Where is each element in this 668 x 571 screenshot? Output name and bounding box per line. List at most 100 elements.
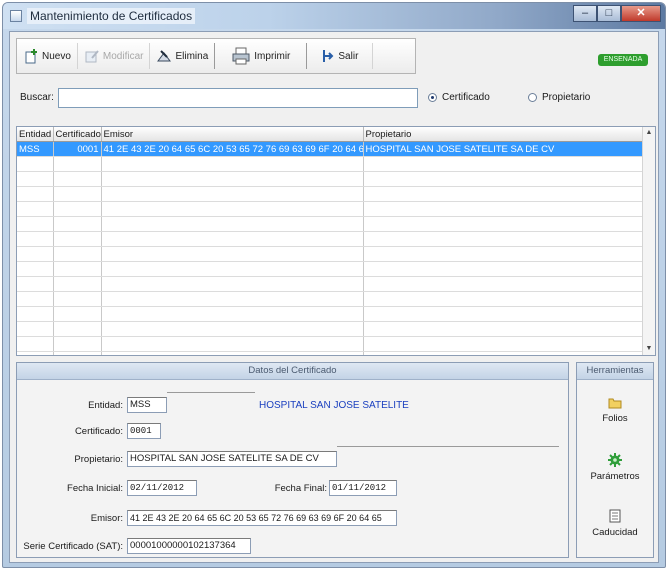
table-row-empty[interactable] [17,351,646,355]
table-row-empty[interactable] [17,171,646,187]
table-row-empty[interactable] [17,336,646,352]
grid-header-row: Entidad Certificado Emisor Propietario [17,127,646,142]
table-row-empty[interactable] [17,276,646,292]
grid-cell-empty [101,246,364,262]
grid-cell-empty [101,231,364,247]
document-icon [609,509,621,523]
scroll-up-icon[interactable]: ▲ [643,127,655,139]
grid-cell-empty [363,276,646,292]
gear-icon [608,453,622,467]
grid-cell-empty [53,291,102,307]
edit-icon [85,50,99,63]
entidad-label: Entidad: [88,400,123,411]
grid-cell-empty [53,156,102,172]
search-input[interactable] [58,88,418,108]
emisor-label: Emisor: [90,513,123,524]
minimize-button[interactable]: – [573,5,597,22]
column-header-entidad[interactable]: Entidad [17,127,54,142]
table-row[interactable]: MSS 0001 41 2E 43 2E 20 64 65 6C 20 53 6… [17,141,646,157]
entidad-underline [167,392,255,393]
grid-cell-empty [17,246,54,262]
cell-propietario: HOSPITAL SAN JOSE SATELITE SA DE CV [363,141,646,157]
parametros-button[interactable]: Parámetros [577,453,653,482]
caducidad-button[interactable]: Caducidad [577,509,653,538]
grid-cell-empty [53,201,102,217]
table-row-empty[interactable] [17,261,646,277]
grid-scrollbar[interactable]: ▲ ▼ [642,127,655,355]
table-row-empty[interactable] [17,186,646,202]
column-header-emisor[interactable]: Emisor [101,127,364,142]
grid-cell-empty [101,156,364,172]
grid-cell-empty [17,231,54,247]
maximize-button[interactable]: □ [597,5,621,22]
grid-cell-empty [17,216,54,232]
grid-cell-empty [53,231,102,247]
fecha-final-field[interactable]: 01/11/2012 [329,480,397,496]
elimina-button[interactable]: Elimina [150,43,216,69]
folios-button[interactable]: Folios [577,397,653,424]
grid-cell-empty [53,216,102,232]
grid-cell-empty [17,336,54,352]
radio-certificado[interactable]: Certificado [428,92,490,103]
radio-propietario[interactable]: Propietario [528,92,590,103]
grid-cell-empty [101,171,364,187]
grid-cell-empty [53,306,102,322]
modificar-button[interactable]: Modificar [78,43,151,69]
table-row-empty[interactable] [17,291,646,307]
nuevo-label: Nuevo [42,50,71,62]
grid-cell-empty [363,321,646,337]
grid-cell-empty [363,186,646,202]
column-header-propietario[interactable]: Propietario [363,127,646,142]
grid-cell-empty [17,156,54,172]
tools-header: Herramientas [577,363,653,380]
certificates-grid[interactable]: Entidad Certificado Emisor Propietario M… [16,126,656,356]
title-bar[interactable]: Mantenimiento de Certificados – □ ✕ [3,3,665,29]
grid-cell-empty [53,261,102,277]
column-header-certificado[interactable]: Certificado [53,127,102,142]
new-icon [25,49,37,64]
table-row-empty[interactable] [17,216,646,232]
parametros-label: Parámetros [590,471,640,482]
grid-cell-empty [17,171,54,187]
grid-cell-empty [17,306,54,322]
salir-button[interactable]: Salir [307,43,374,69]
cell-entidad: MSS [17,141,54,157]
grid-cell-empty [101,306,364,322]
certificado-field[interactable]: 0001 [127,423,161,439]
imprimir-button[interactable]: Imprimir [215,43,308,69]
table-row-empty[interactable] [17,246,646,262]
table-row-empty[interactable] [17,231,646,247]
fecha-inicial-label: Fecha Inicial: [67,483,123,494]
certificado-label: Certificado: [74,426,123,437]
table-row-empty[interactable] [17,306,646,322]
table-row-empty[interactable] [17,156,646,172]
status-badge: ENSENADA [598,54,648,66]
nuevo-button[interactable]: Nuevo [17,43,78,69]
search-label: Buscar: [20,92,54,103]
delete-icon [157,50,172,62]
emisor-field[interactable]: 41 2E 43 2E 20 64 65 6C 20 53 65 72 76 6… [127,510,397,526]
grid-cell-empty [53,171,102,187]
serie-field[interactable]: 00001000000102137364 [127,538,251,554]
table-row-empty[interactable] [17,201,646,217]
grid-table: Entidad Certificado Emisor Propietario M… [17,127,646,355]
fecha-inicial-field[interactable]: 02/11/2012 [127,480,197,496]
close-button[interactable]: ✕ [621,5,661,22]
radio-certificado-label: Certificado [442,92,490,103]
grid-cell-empty [17,276,54,292]
app-icon[interactable] [10,10,22,22]
radio-propietario-dot[interactable] [528,93,537,102]
grid-cell-empty [17,186,54,202]
radio-certificado-dot[interactable] [428,93,437,102]
entidad-field[interactable]: MSS [127,397,167,413]
scroll-down-icon[interactable]: ▼ [643,343,655,355]
window-title: Mantenimiento de Certificados [27,8,196,24]
client-area: Nuevo Modificar Elimina Imprimir Salir E… [9,31,659,563]
propietario-field[interactable]: HOSPITAL SAN JOSE SATELITE SA DE CV [127,451,337,467]
printer-icon [232,47,250,65]
grid-cell-empty [53,186,102,202]
grid-cell-empty [363,171,646,187]
grid-cell-empty [53,336,102,352]
grid-cell-empty [363,231,646,247]
table-row-empty[interactable] [17,321,646,337]
